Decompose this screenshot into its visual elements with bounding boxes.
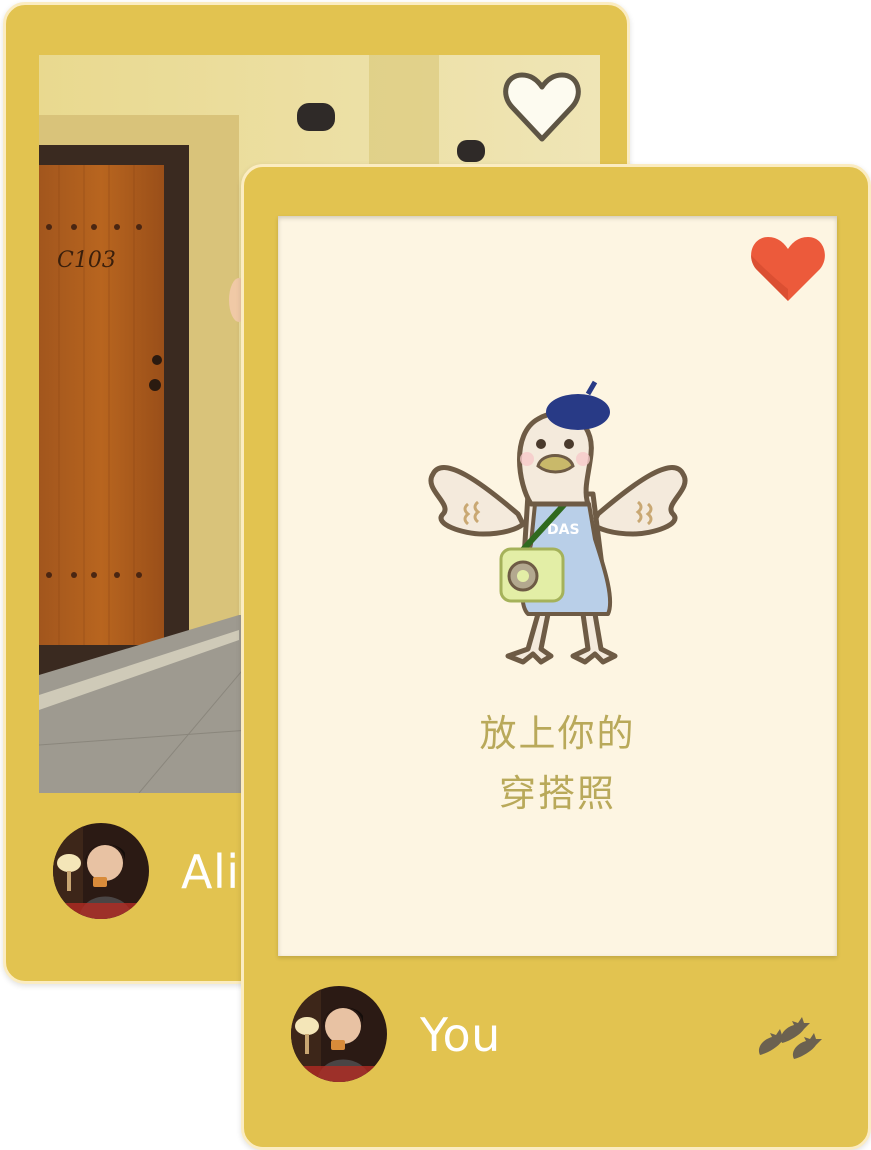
outfit-photo-placeholder[interactable]: DAS 放上你的 穿搭照 xyxy=(278,216,837,956)
avatar[interactable] xyxy=(53,823,149,919)
liked-heart-icon[interactable] xyxy=(748,233,828,305)
svg-text:DAS: DAS xyxy=(547,522,580,538)
avatar[interactable] xyxy=(291,986,387,1082)
username: You xyxy=(420,1008,501,1062)
upload-prompt-line1: 放上你的 xyxy=(479,712,636,755)
outfit-card-you[interactable]: DAS 放上你的 穿搭照 You xyxy=(241,164,871,1150)
duck-mascot-illustration: DAS xyxy=(428,380,688,665)
username: Ali xyxy=(181,845,240,899)
like-heart-icon[interactable] xyxy=(502,69,582,145)
svg-text:C103: C103 xyxy=(57,248,116,273)
footprints-icon[interactable] xyxy=(754,1013,826,1061)
avatar-image xyxy=(53,823,149,919)
upload-prompt-line2: 穿搭照 xyxy=(499,772,616,815)
avatar-image xyxy=(291,986,387,1082)
upload-prompt-text: 放上你的 穿搭照 xyxy=(278,704,837,824)
